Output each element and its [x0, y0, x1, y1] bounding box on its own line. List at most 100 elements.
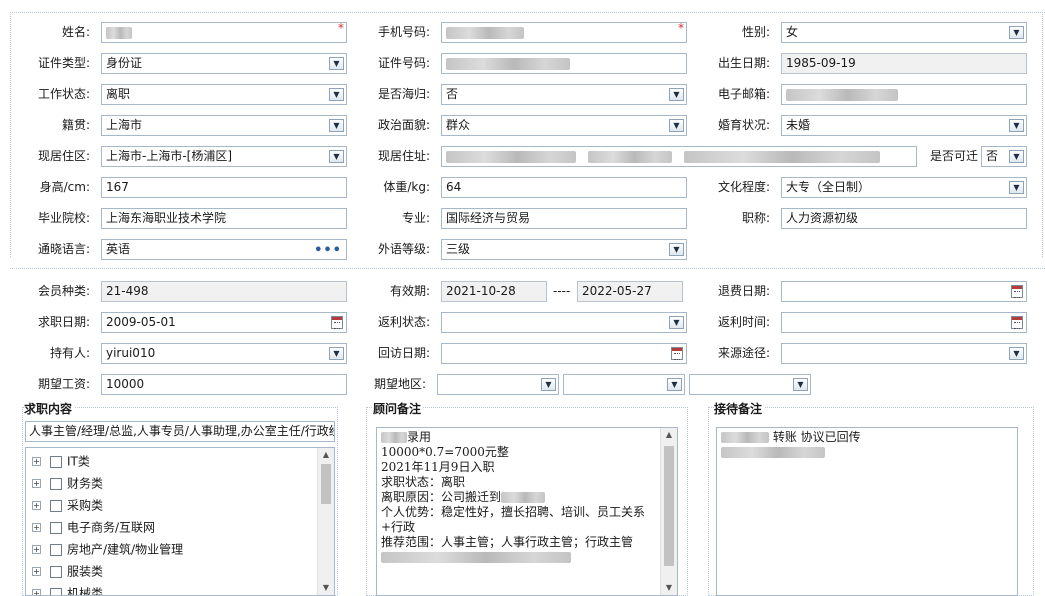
returnee-label: 是否海归:	[377, 87, 430, 101]
rebate-status-select[interactable]: ▼	[441, 312, 687, 333]
chevron-down-icon[interactable]: ▼	[329, 88, 344, 101]
validity-start-field: 2021-10-28	[441, 281, 547, 302]
expand-icon[interactable]: +	[32, 479, 41, 488]
chevron-down-icon[interactable]: ▼	[1009, 119, 1024, 132]
calendar-icon[interactable]	[1011, 285, 1023, 298]
language-level-select[interactable]: 三级 ▼	[441, 239, 687, 260]
redacted-value	[106, 26, 132, 39]
expand-icon[interactable]: +	[32, 501, 41, 510]
school-input[interactable]: 上海东海职业技术学院	[101, 208, 347, 229]
refund-date-input[interactable]	[781, 281, 1027, 302]
form-frame-left	[10, 12, 11, 257]
expand-icon[interactable]: +	[32, 567, 41, 576]
language-input[interactable]: 英语 •••	[101, 239, 347, 260]
scroll-down-icon[interactable]: ▼	[318, 581, 334, 595]
chevron-down-icon[interactable]: ▼	[329, 57, 344, 70]
returnee-select[interactable]: 否 ▼	[441, 84, 687, 105]
tree-item[interactable]: + IT类	[32, 451, 90, 471]
education-label: 文化程度:	[717, 180, 770, 194]
chevron-down-icon[interactable]: ▼	[669, 88, 684, 101]
id-type-label: 证件类型:	[37, 56, 90, 70]
scroll-thumb[interactable]	[664, 446, 674, 566]
major-input[interactable]: 国际经济与贸易	[441, 208, 687, 229]
expand-icon[interactable]: +	[32, 589, 41, 595]
chevron-down-icon[interactable]: ▼	[669, 119, 684, 132]
redacted-value	[381, 552, 571, 563]
section-divider	[10, 268, 1045, 269]
checkbox[interactable]	[50, 521, 62, 534]
chevron-down-icon[interactable]: ▼	[1009, 150, 1024, 163]
checkbox[interactable]	[50, 499, 62, 512]
expand-icon[interactable]: +	[32, 545, 41, 554]
chevron-down-icon[interactable]: ▼	[793, 378, 808, 391]
address-input[interactable]	[441, 146, 917, 167]
expand-icon[interactable]: +	[32, 523, 41, 532]
height-input[interactable]: 167	[101, 177, 347, 198]
chevron-down-icon[interactable]: ▼	[1009, 181, 1024, 194]
calendar-icon[interactable]	[1011, 316, 1023, 329]
validity-separator: ----	[553, 284, 571, 298]
tree-item[interactable]: + 机械类	[32, 583, 103, 595]
redacted-value	[446, 150, 576, 163]
chevron-down-icon[interactable]: ▼	[329, 119, 344, 132]
marital-select[interactable]: 未婚 ▼	[781, 115, 1027, 136]
tree-scrollbar[interactable]: ▲ ▼	[317, 448, 334, 595]
source-select[interactable]: ▼	[781, 343, 1027, 364]
job-seek-date-input[interactable]: 2009-05-01	[101, 312, 347, 333]
chevron-down-icon[interactable]: ▼	[541, 378, 556, 391]
calendar-icon[interactable]	[671, 347, 683, 360]
calendar-icon[interactable]	[331, 316, 343, 329]
scroll-thumb[interactable]	[321, 464, 331, 504]
id-type-select[interactable]: 身份证 ▼	[101, 53, 347, 74]
expected-region-district-select[interactable]: ▼	[689, 374, 811, 395]
chevron-down-icon[interactable]: ▼	[329, 347, 344, 360]
name-input[interactable]: *	[101, 22, 347, 43]
expand-icon[interactable]: +	[32, 457, 41, 466]
redacted-value	[786, 88, 898, 101]
rebate-time-input[interactable]	[781, 312, 1027, 333]
scroll-up-icon[interactable]: ▲	[318, 448, 334, 462]
email-input[interactable]	[781, 84, 1027, 105]
residence-area-select[interactable]: 上海市-上海市-[杨浦区] ▼	[101, 146, 347, 167]
checkbox[interactable]	[50, 565, 62, 578]
chevron-down-icon[interactable]: ▼	[329, 150, 344, 163]
relocate-select[interactable]: 否 ▼	[981, 146, 1027, 167]
more-options-icon[interactable]: •••	[314, 241, 342, 259]
expected-region-province-select[interactable]: ▼	[437, 374, 559, 395]
selected-jobs-input[interactable]: 人事主管/经理/总监,人事专员/人事助理,办公室主任/行政经	[25, 421, 335, 442]
advisor-notes-textarea[interactable]: 录用 10000*0.7=7000元整 2021年11月9日入职 求职状态：离职…	[376, 427, 678, 596]
visit-date-input[interactable]	[441, 343, 687, 364]
weight-input[interactable]: 64	[441, 177, 687, 198]
reception-notes-textarea[interactable]: 转账 协议已回传	[716, 427, 1018, 596]
tree-item[interactable]: + 财务类	[32, 473, 103, 493]
id-number-input[interactable]	[441, 53, 687, 74]
chevron-down-icon[interactable]: ▼	[669, 316, 684, 329]
checkbox[interactable]	[50, 543, 62, 556]
checkbox[interactable]	[50, 477, 62, 490]
tree-item[interactable]: + 电子商务/互联网	[32, 517, 155, 537]
title-input[interactable]: 人力资源初级	[781, 208, 1027, 229]
expected-salary-input[interactable]: 10000	[101, 374, 347, 395]
gender-select[interactable]: 女 ▼	[781, 22, 1027, 43]
native-place-select[interactable]: 上海市 ▼	[101, 115, 347, 136]
refund-date-label: 退费日期:	[717, 284, 770, 298]
checkbox[interactable]	[50, 455, 62, 468]
holder-select[interactable]: yirui010 ▼	[101, 343, 347, 364]
expected-region-city-select[interactable]: ▼	[563, 374, 685, 395]
checkbox[interactable]	[50, 587, 62, 595]
tree-item[interactable]: + 房地产/建筑/物业管理	[32, 539, 183, 559]
scroll-up-icon[interactable]: ▲	[661, 428, 677, 442]
tree-item[interactable]: + 采购类	[32, 495, 103, 515]
political-select[interactable]: 群众 ▼	[441, 115, 687, 136]
chevron-down-icon[interactable]: ▼	[669, 243, 684, 256]
mobile-input[interactable]: *	[441, 22, 687, 43]
notes-scrollbar[interactable]: ▲ ▼	[660, 428, 677, 595]
chevron-down-icon[interactable]: ▼	[1009, 26, 1024, 39]
education-select[interactable]: 大专（全日制） ▼	[781, 177, 1027, 198]
tree-item[interactable]: + 服装类	[32, 561, 103, 581]
chevron-down-icon[interactable]: ▼	[1009, 347, 1024, 360]
birth-date-label: 出生日期:	[717, 56, 770, 70]
work-status-select[interactable]: 离职 ▼	[101, 84, 347, 105]
scroll-down-icon[interactable]: ▼	[661, 581, 677, 595]
chevron-down-icon[interactable]: ▼	[667, 378, 682, 391]
